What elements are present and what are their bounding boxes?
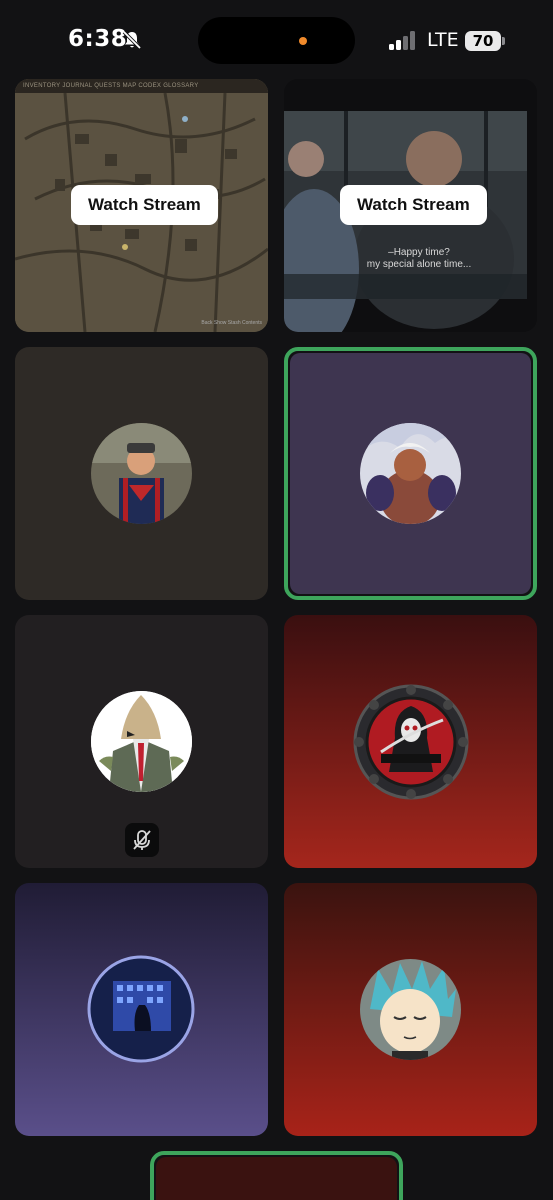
- participant-tile-speaking[interactable]: [284, 347, 537, 600]
- video-subtitle: –Happy time? my special alone time...: [344, 247, 494, 271]
- partial-tile-inner: [156, 1157, 397, 1200]
- cellular-signal-icon: [389, 30, 417, 50]
- watch-stream-button[interactable]: Watch Stream: [71, 185, 218, 225]
- recording-indicator-icon: [299, 37, 307, 45]
- participant-tile[interactable]: [15, 347, 268, 600]
- moon-night-icon: [87, 955, 195, 1063]
- dynamic-island: [198, 17, 355, 64]
- watch-stream-button[interactable]: Watch Stream: [340, 185, 487, 225]
- mic-off-icon: [133, 830, 151, 850]
- participant-tile-partial[interactable]: [150, 1151, 403, 1200]
- muted-indicator: [125, 823, 159, 857]
- status-bar: 6:38 LTE 70: [0, 0, 553, 80]
- map-tabs: INVENTORY JOURNAL QUESTS MAP CODEX GLOSS…: [23, 83, 199, 89]
- bell-slash-icon: [122, 30, 142, 50]
- speaking-tile-inner: [290, 353, 531, 594]
- person-icon: [360, 423, 461, 524]
- person-icon: [91, 691, 192, 792]
- participant-tile-muted[interactable]: [15, 615, 268, 868]
- battery-level: 70: [472, 32, 494, 50]
- reaper-logo-icon: [353, 684, 469, 800]
- map-footer: Back Show Stash Contents: [201, 320, 262, 326]
- participant-tile[interactable]: [284, 615, 537, 868]
- carrier-label: LTE: [427, 29, 459, 51]
- subtitle-line-1: –Happy time?: [388, 247, 450, 258]
- person-icon: [91, 423, 192, 524]
- battery-tip: [502, 37, 505, 45]
- stream-tile-video[interactable]: –Happy time? my special alone time... Wa…: [284, 79, 537, 332]
- stream-tile-map[interactable]: INVENTORY JOURNAL QUESTS MAP CODEX GLOSS…: [15, 79, 268, 332]
- subtitle-line-2: my special alone time...: [366, 259, 472, 270]
- participant-tile[interactable]: [284, 883, 537, 1136]
- participant-tile[interactable]: [15, 883, 268, 1136]
- battery-icon: 70: [465, 31, 501, 51]
- person-icon: [360, 959, 461, 1060]
- status-time: 6:38: [68, 26, 128, 52]
